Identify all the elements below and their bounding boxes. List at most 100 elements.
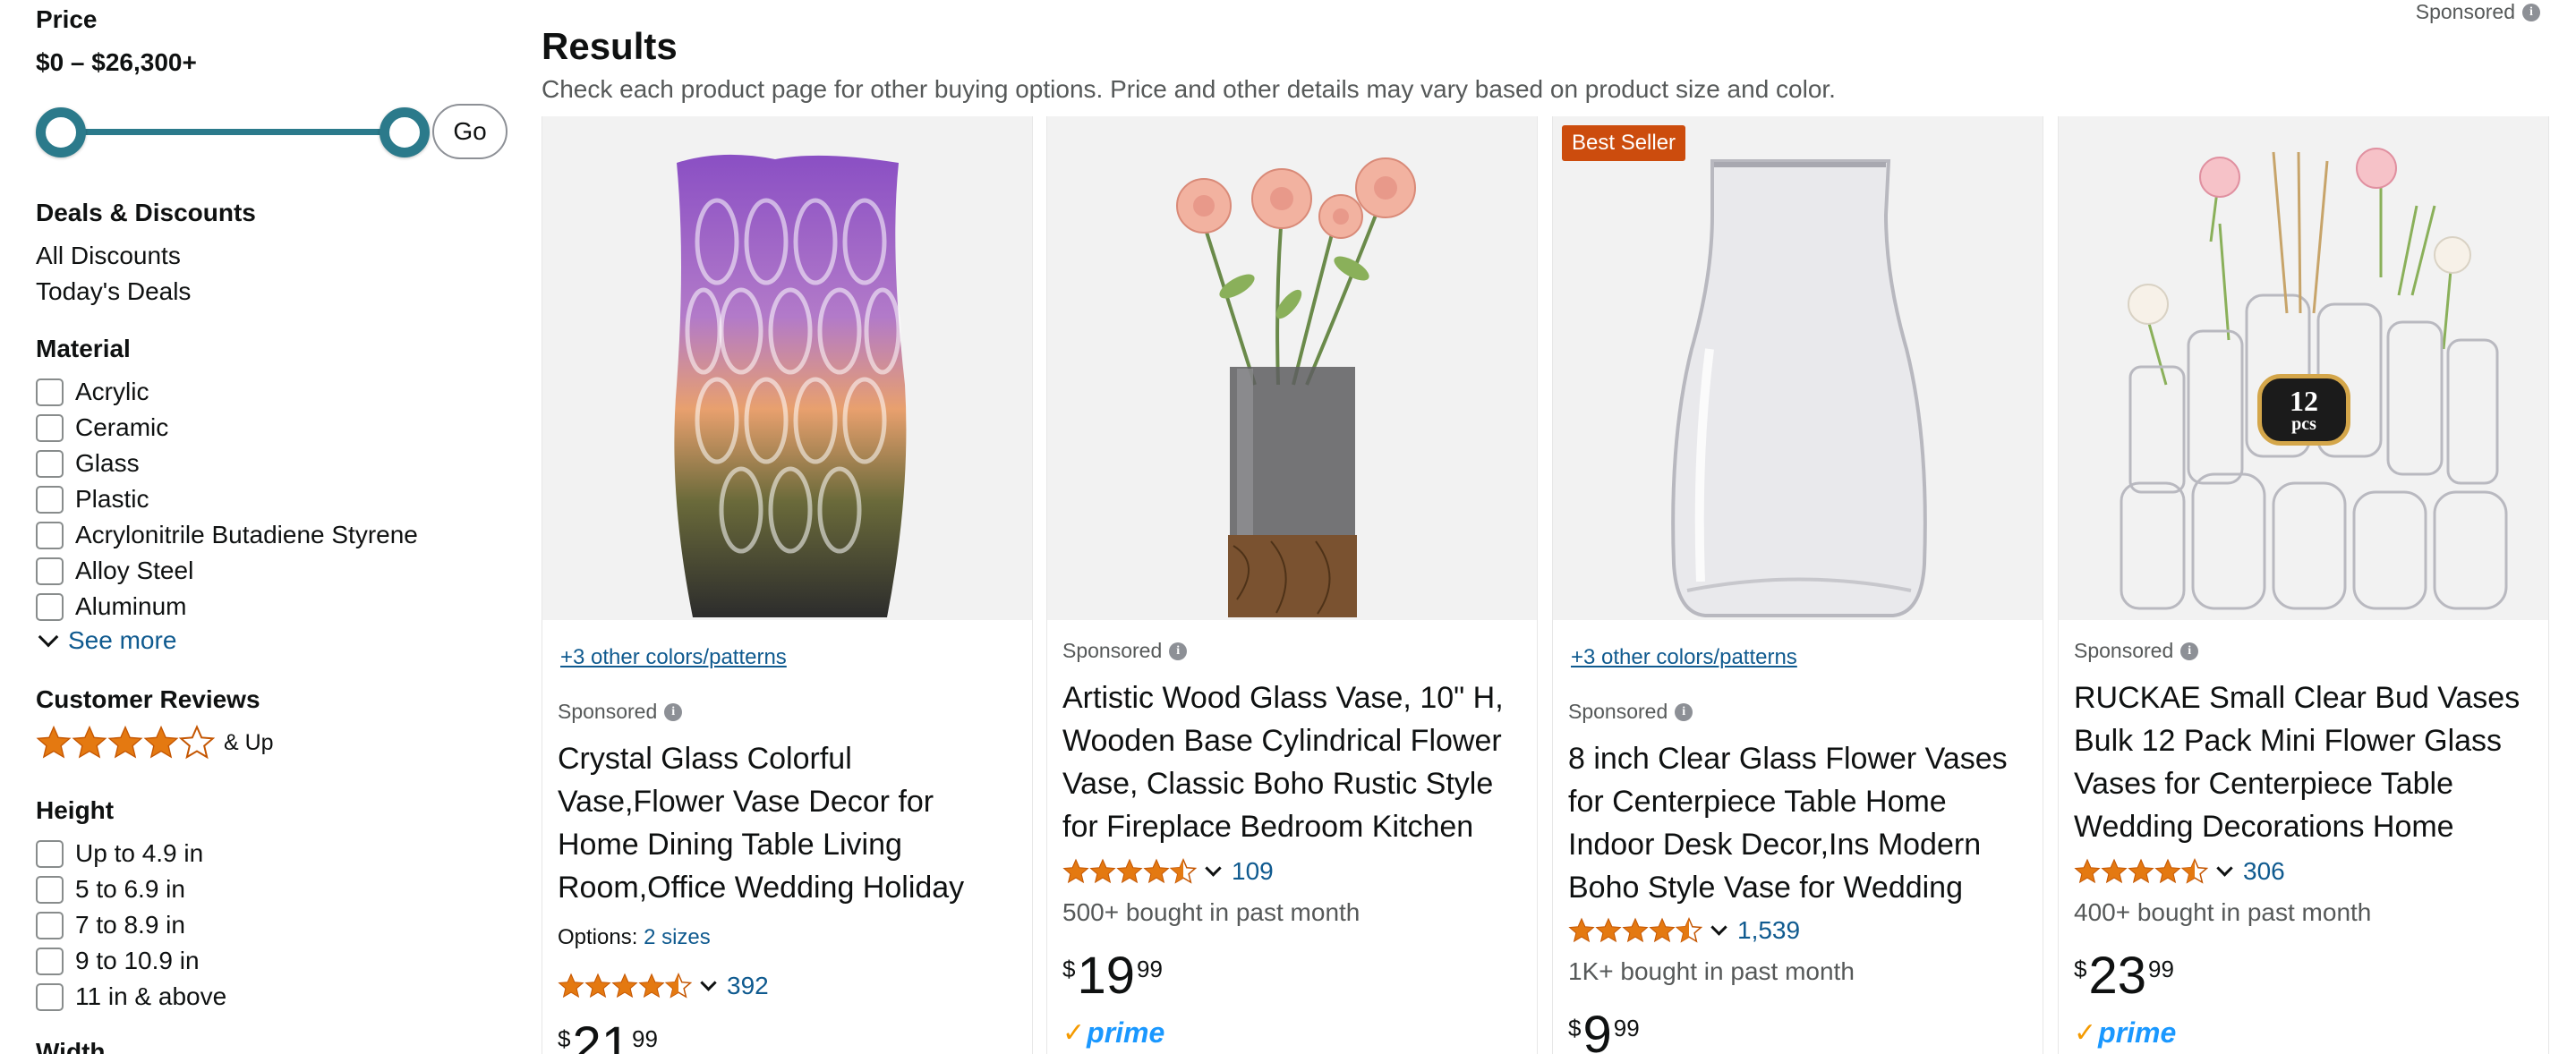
star-icon	[1568, 917, 1595, 944]
product-title-link[interactable]: Crystal Glass Colorful Vase,Flower Vase …	[558, 737, 1021, 909]
results-subtitle: Check each product page for other buying…	[542, 75, 1836, 103]
info-icon[interactable]: i	[1169, 642, 1188, 660]
material-option[interactable]: Acrylonitrile Butadiene Styrene	[36, 517, 418, 553]
height-option[interactable]: 11 in & above	[36, 979, 226, 1015]
product-title-link[interactable]: Artistic Wood Glass Vase, 10" H, Wooden …	[1062, 676, 1526, 848]
vase-image	[674, 154, 907, 617]
product-price[interactable]: $23 99	[2074, 950, 2174, 1002]
material-option[interactable]: Glass	[36, 446, 140, 481]
checkbox[interactable]	[36, 875, 64, 904]
star-rating[interactable]	[1062, 858, 1197, 885]
rating-row: 1,539	[1568, 913, 1800, 948]
sponsored-label[interactable]: Sponsored i	[1062, 639, 1188, 663]
material-option[interactable]: Acrylic	[36, 374, 149, 410]
material-option[interactable]: Ceramic	[36, 410, 168, 446]
price-slider[interactable]	[36, 106, 430, 159]
star-icon	[2074, 858, 2101, 885]
product-title-link[interactable]: 8 inch Clear Glass Flower Vases for Cent…	[1568, 737, 2032, 909]
info-icon[interactable]: i	[2522, 3, 2540, 21]
star-icon	[143, 725, 179, 761]
product-card[interactable]: Sponsored i Artistic Wood Glass Vase, 10"…	[1046, 116, 1538, 1054]
product-image[interactable]: 12 pcs	[2059, 116, 2548, 620]
star-icon	[611, 973, 638, 999]
product-title-link[interactable]: RUCKAE Small Clear Bud Vases Bulk 12 Pac…	[2074, 676, 2538, 848]
height-option[interactable]: Up to 4.9 in	[36, 836, 203, 871]
star-icon	[36, 725, 72, 761]
checkbox[interactable]	[36, 521, 64, 549]
star-half-icon	[1676, 917, 1702, 944]
sizes-link[interactable]: 2 sizes	[644, 925, 711, 949]
star-icon	[638, 973, 665, 999]
star-half-icon	[1170, 858, 1197, 885]
material-option[interactable]: Plastic	[36, 481, 149, 517]
star-half-icon	[2181, 858, 2208, 885]
rating-count-link[interactable]: 392	[727, 972, 769, 1000]
height-option[interactable]: 7 to 8.9 in	[36, 907, 185, 943]
star-rating[interactable]	[2074, 858, 2208, 885]
star-rating[interactable]	[1568, 917, 1702, 944]
product-options: Options: 2 sizes	[558, 925, 711, 949]
star-icon	[2128, 858, 2154, 885]
material-option[interactable]: Aluminum	[36, 589, 186, 625]
info-icon[interactable]: i	[1675, 702, 1693, 721]
deal-link-all-discounts[interactable]: All Discounts	[36, 242, 181, 270]
product-image[interactable]	[542, 116, 1032, 620]
checkbox[interactable]	[36, 982, 64, 1011]
vase-image	[2120, 148, 2508, 610]
checkbox[interactable]	[36, 413, 64, 442]
product-price[interactable]: $19 99	[1062, 950, 1163, 1002]
see-more-materials-link[interactable]: See more	[36, 626, 176, 655]
height-option[interactable]: 5 to 6.9 in	[36, 871, 185, 907]
product-card[interactable]: 12 pcs Sponsored i RUCKAE Small Clear Bud…	[2058, 116, 2549, 1054]
star-half-icon	[665, 973, 692, 999]
info-icon[interactable]: i	[2180, 642, 2199, 660]
price-slider-min-handle[interactable]	[36, 107, 86, 157]
checkbox[interactable]	[36, 947, 64, 975]
star-icon	[1116, 858, 1143, 885]
checkbox[interactable]	[36, 557, 64, 585]
rating-count-link[interactable]: 109	[1232, 857, 1274, 886]
info-icon[interactable]: i	[664, 702, 683, 721]
star-rating[interactable]	[558, 973, 692, 999]
product-card[interactable]: +3 other colors/patterns Sponsored i Crys…	[542, 116, 1033, 1054]
sponsored-label[interactable]: Sponsored i	[1568, 700, 1693, 724]
deal-link-todays-deals[interactable]: Today's Deals	[36, 277, 191, 306]
chevron-down-icon[interactable]	[700, 973, 717, 991]
reviews-4-and-up-filter[interactable]: & Up	[36, 725, 274, 761]
product-image[interactable]	[1553, 116, 2043, 620]
price-slider-track[interactable]	[61, 129, 405, 135]
price-slider-max-handle[interactable]	[380, 107, 430, 157]
checkbox[interactable]	[36, 378, 64, 406]
product-card[interactable]: Best Seller +3 other colors/patterns Spo…	[1552, 116, 2043, 1054]
chevron-down-icon[interactable]	[1710, 918, 1727, 936]
price-go-button[interactable]: Go	[432, 104, 508, 159]
material-option[interactable]: Alloy Steel	[36, 553, 193, 589]
checkbox[interactable]	[36, 592, 64, 621]
height-option[interactable]: 9 to 10.9 in	[36, 943, 200, 979]
rating-count-link[interactable]: 1,539	[1737, 916, 1800, 945]
star-icon	[1649, 917, 1676, 944]
sponsored-label[interactable]: Sponsored i	[2074, 639, 2199, 663]
bought-count: 400+ bought in past month	[2074, 898, 2372, 926]
star-icon	[2154, 858, 2181, 885]
checkbox[interactable]	[36, 449, 64, 478]
bought-count: 1K+ bought in past month	[1568, 957, 1855, 985]
other-colors-link[interactable]: +3 other colors/patterns	[1571, 645, 1797, 670]
product-price[interactable]: $9 99	[1568, 1009, 1640, 1054]
product-image[interactable]	[1047, 116, 1537, 620]
checkbox[interactable]	[36, 839, 64, 868]
chevron-down-icon[interactable]	[1205, 859, 1222, 877]
checkbox[interactable]	[36, 485, 64, 514]
vase-image	[1176, 157, 1416, 617]
width-heading: Width	[36, 1038, 106, 1054]
star-icon	[107, 725, 143, 761]
sponsored-label[interactable]: Sponsored i	[558, 700, 683, 724]
sponsored-label[interactable]: Sponsored i	[2416, 0, 2540, 24]
rating-count-link[interactable]: 306	[2243, 857, 2285, 886]
other-colors-link[interactable]: +3 other colors/patterns	[560, 645, 787, 670]
chevron-down-icon[interactable]	[2216, 859, 2233, 877]
deals-heading: Deals & Discounts	[36, 199, 256, 226]
product-price[interactable]: $21 99	[558, 1020, 658, 1054]
checkbox[interactable]	[36, 911, 64, 939]
star-empty-icon	[179, 725, 215, 761]
